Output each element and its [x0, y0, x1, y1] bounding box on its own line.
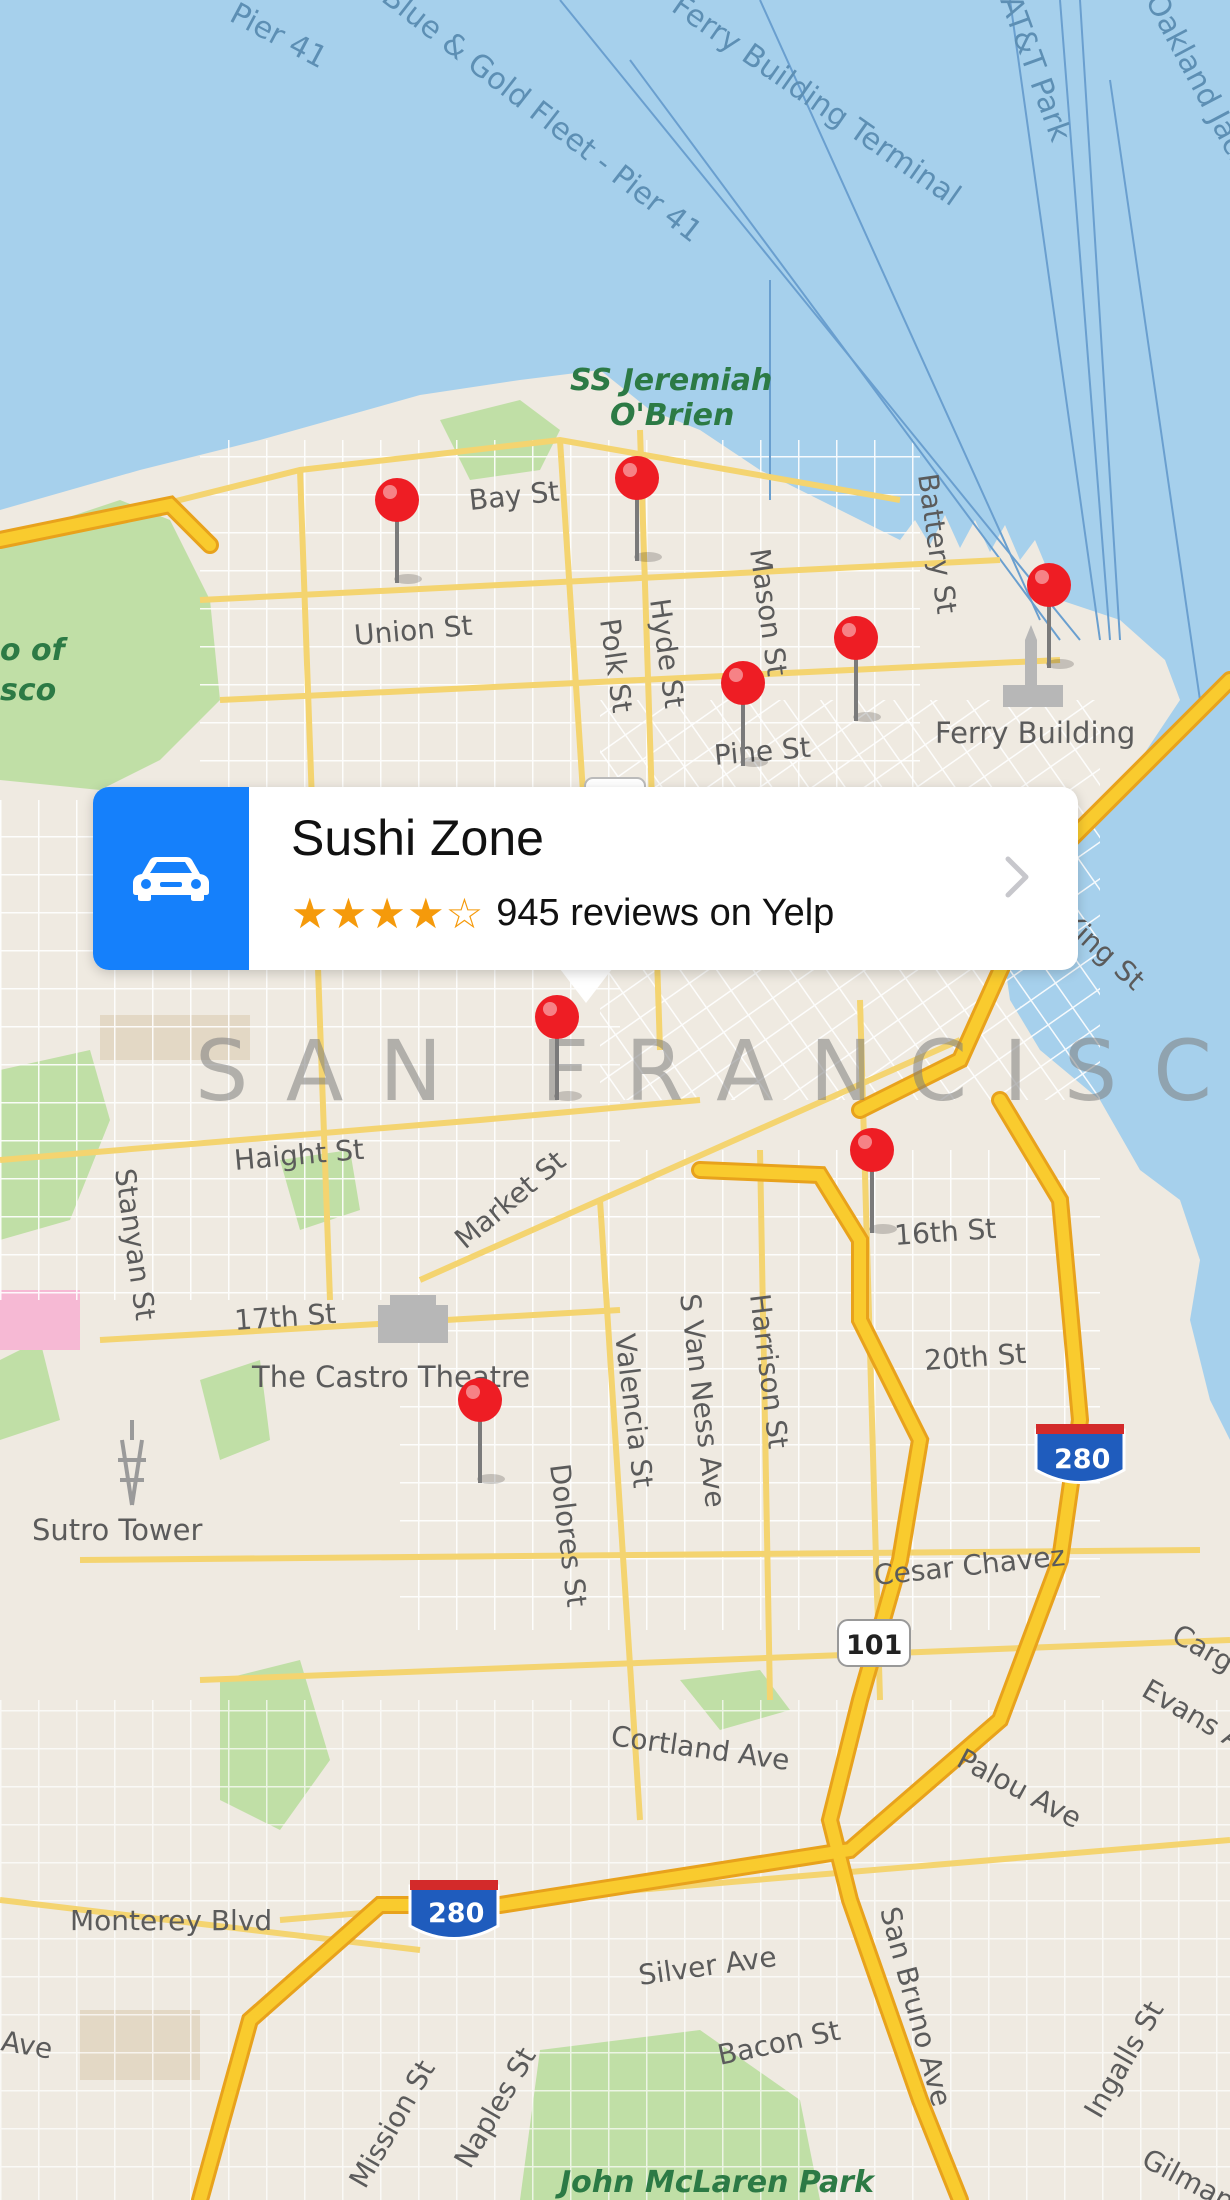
landmark-label-ferry: Ferry Building [935, 716, 1135, 750]
landmark-label-sutro: Sutro Tower [32, 1513, 202, 1547]
street-label-monterey: Monterey Blvd [70, 1904, 272, 1937]
highway-shield-280-east: 280 [1034, 1424, 1126, 1484]
map-pin-icon[interactable] [612, 453, 662, 563]
park-label-presidio-1: o of [0, 633, 69, 668]
park-label-presidio-2: sco [0, 673, 56, 708]
highway-shield-101-south-text: 101 [846, 1630, 902, 1661]
map-pin-icon[interactable] [532, 992, 582, 1102]
place-name: Sushi Zone [291, 810, 544, 866]
map-pin-icon[interactable] [455, 1375, 505, 1485]
review-count: 945 reviews on Yelp [496, 892, 835, 934]
highway-shield-280-east-text: 280 [1054, 1444, 1110, 1475]
rating-stars-empty: ☆ [445, 889, 485, 938]
map-pin-icon[interactable] [372, 475, 422, 585]
highway-shield-280-south-text: 280 [428, 1898, 484, 1929]
map-pin-icon[interactable] [831, 613, 881, 723]
park-label-ship-2: O'Brien [610, 398, 734, 433]
city-label: SAN FRANCISCO [195, 1022, 1230, 1120]
highway-shield-101-south: 101 [837, 1619, 911, 1667]
map-pin-icon[interactable] [718, 658, 768, 768]
street-grid-south [0, 1700, 1230, 2200]
callout-tail [560, 969, 612, 1003]
directions-button[interactable] [93, 787, 249, 970]
park-label-ship-1: SS Jeremiah [570, 363, 772, 398]
map-view[interactable]: Pier 41 Blue & Gold Fleet - Pier 41 Ferr… [0, 0, 1230, 2200]
rating-stars-full: ★★★★ [291, 889, 446, 938]
chevron-right-icon[interactable] [1004, 855, 1030, 899]
map-pin-icon[interactable] [1024, 560, 1074, 670]
place-callout[interactable]: Sushi Zone ★★★★☆ 945 reviews on Yelp [93, 787, 1078, 970]
park-label-mclaren: John McLaren Park [555, 2165, 876, 2200]
map-pin-icon[interactable] [847, 1125, 897, 1235]
highway-shield-280-south: 280 [408, 1880, 500, 1940]
car-icon [133, 856, 209, 901]
rating-stars: ★★★★☆ [291, 889, 484, 938]
rating-row: ★★★★☆ 945 reviews on Yelp [291, 889, 834, 938]
